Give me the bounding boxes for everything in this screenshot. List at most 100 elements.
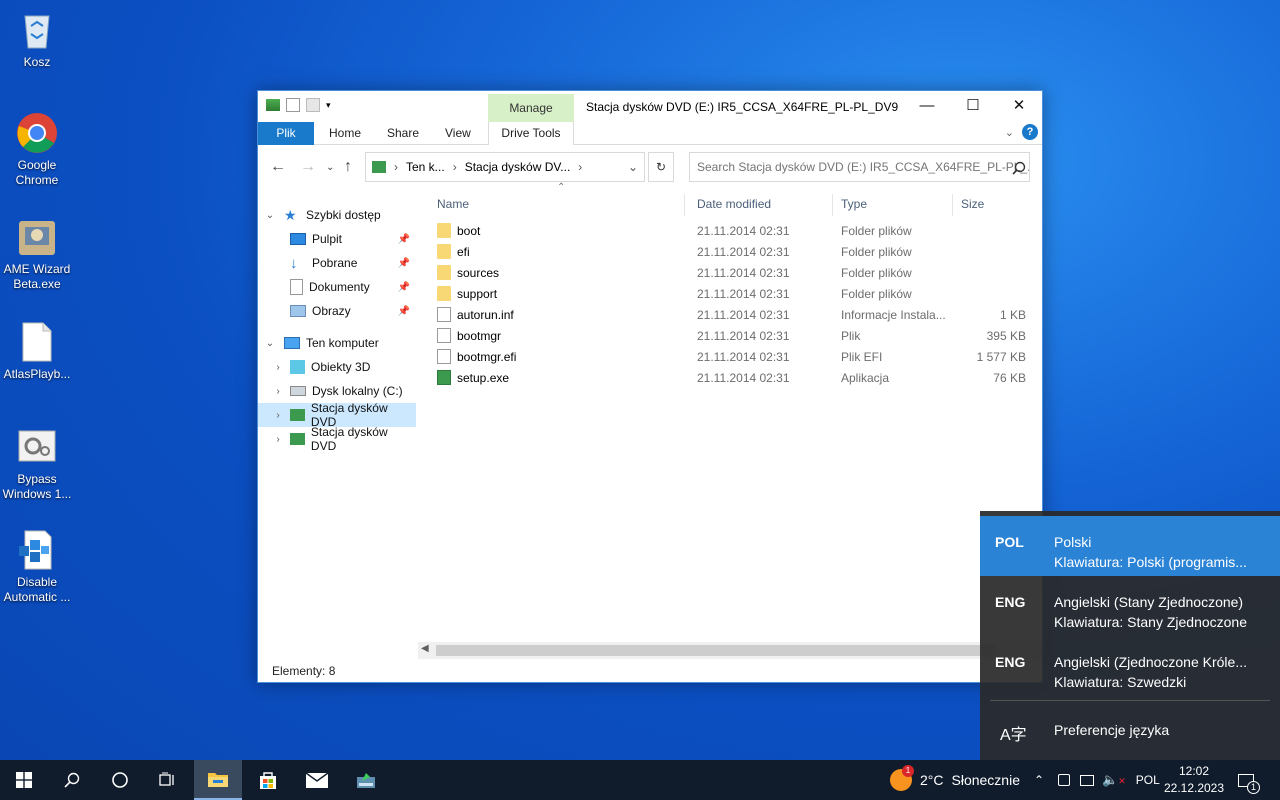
table-row[interactable]: boot 21.11.2014 02:31 Folder plików xyxy=(433,220,1033,241)
desktop-icon-chrome[interactable]: Google Chrome xyxy=(0,111,74,188)
file-date: 21.11.2014 02:31 xyxy=(697,287,790,301)
pin-icon[interactable]: 📌 xyxy=(398,258,410,269)
column-size[interactable]: Size xyxy=(953,194,1033,216)
pin-icon[interactable]: 📌 xyxy=(398,234,410,245)
network-icon[interactable] xyxy=(1080,774,1095,786)
maximize-button[interactable]: ☐ xyxy=(950,91,996,121)
address-bar[interactable]: › Ten k... › Stacja dysków DV... › ⌄ xyxy=(365,152,645,182)
clock-time: 12:02 xyxy=(1178,764,1210,778)
input-language-indicator[interactable]: POL xyxy=(1136,773,1160,787)
language-option-polish[interactable]: POL Polski Klawiatura: Polski (programis… xyxy=(980,516,1280,576)
tab-drive-tools[interactable]: Drive Tools xyxy=(488,122,574,145)
tab-home[interactable]: Home xyxy=(316,122,374,145)
table-row[interactable]: autorun.inf 21.11.2014 02:31 Informacje In… xyxy=(433,304,1033,325)
search-icon[interactable] xyxy=(1012,161,1026,175)
nav-dvd-drive[interactable]: › Stacja dysków DVD xyxy=(258,425,416,453)
refresh-button[interactable]: ↻ xyxy=(648,152,674,182)
pin-icon[interactable]: 📌 xyxy=(398,306,410,317)
desktop-icon-ame-wizard[interactable]: AME Wizard Beta.exe xyxy=(0,215,74,292)
help-button[interactable]: ? xyxy=(1022,124,1038,140)
language-option-english-uk[interactable]: ENG Angielski (Zjednoczone Króle... Klaw… xyxy=(980,636,1280,696)
language-option-english-us[interactable]: ENG Angielski (Stany Zjednoczone) Klawia… xyxy=(980,576,1280,636)
address-dropdown-icon[interactable]: ⌄ xyxy=(628,160,638,174)
file-icon xyxy=(437,349,451,364)
sort-arrow-icon: ⌃ xyxy=(557,182,566,193)
start-button[interactable] xyxy=(0,760,48,800)
desktop-icon-atlas-playbook[interactable]: AtlasPlayb... xyxy=(0,320,74,382)
nav-desktop[interactable]: Pulpit 📌 xyxy=(258,227,416,251)
volume-muted-icon[interactable]: 🔈✕ xyxy=(1102,772,1126,788)
desktop-icon-bypass[interactable]: Bypass Windows 1... xyxy=(0,425,74,502)
recent-locations-icon[interactable]: ⌄ xyxy=(326,162,334,173)
file-type: Plik xyxy=(841,329,861,343)
breadcrumb-this-pc[interactable]: Ten k... xyxy=(406,160,445,174)
column-type[interactable]: Type xyxy=(833,194,953,216)
action-center-button[interactable]: 1 xyxy=(1238,760,1260,800)
taskbar-mail[interactable] xyxy=(293,760,341,800)
nav-pictures[interactable]: Obrazy 📌 xyxy=(258,299,416,323)
table-row[interactable]: support 21.11.2014 02:31 Folder plików xyxy=(433,283,1033,304)
nav-label: Obiekty 3D xyxy=(311,360,371,374)
chevron-down-icon[interactable]: ⌄ xyxy=(264,338,276,349)
clock[interactable]: 12:02 22.12.2023 xyxy=(1160,763,1228,797)
show-hidden-icons-chevron-icon[interactable]: ⌃ xyxy=(1034,773,1044,787)
nav-this-pc[interactable]: ⌄ Ten komputer xyxy=(258,331,416,355)
minimize-button[interactable]: — xyxy=(904,91,950,121)
column-name[interactable]: Name xyxy=(429,194,685,216)
usb-device-icon[interactable] xyxy=(1058,774,1071,786)
nav-quick-access[interactable]: ⌄ ★ Szybki dostęp xyxy=(258,203,416,227)
nav-3d-objects[interactable]: › Obiekty 3D xyxy=(258,355,416,379)
tab-file[interactable]: Plik xyxy=(258,122,314,145)
customize-qat-icon[interactable]: ▾ xyxy=(326,98,336,112)
taskbar-setup[interactable] xyxy=(342,760,390,800)
weather-widget[interactable]: 1 2°C Słonecznie xyxy=(890,760,1020,800)
taskbar-file-explorer[interactable] xyxy=(194,760,242,800)
up-arrow-icon[interactable]: ↑ xyxy=(344,158,352,176)
desktop-icon-recycle-bin[interactable]: Kosz xyxy=(0,8,74,70)
task-view-button[interactable] xyxy=(144,760,192,800)
star-icon: ★ xyxy=(284,207,297,223)
close-button[interactable]: ✕ xyxy=(996,91,1042,121)
new-folder-icon[interactable] xyxy=(306,98,320,112)
scroll-left-icon[interactable]: ◀ xyxy=(421,643,429,654)
breadcrumb-dvd-drive[interactable]: Stacja dysków DV... xyxy=(465,160,571,174)
table-row[interactable]: bootmgr.efi 21.11.2014 02:31 Plik EFI 1 577… xyxy=(433,346,1033,367)
search-button[interactable] xyxy=(48,760,96,800)
nav-downloads[interactable]: ↓ Pobrane 📌 xyxy=(258,251,416,275)
file-date: 21.11.2014 02:31 xyxy=(697,350,790,364)
folder-icon xyxy=(208,773,228,787)
file-icon xyxy=(437,328,451,343)
expand-ribbon-icon[interactable]: ⌄ xyxy=(1005,126,1014,139)
file-type: Informacje Instala... xyxy=(841,308,946,322)
horizontal-scrollbar[interactable]: ◀ xyxy=(418,642,1042,659)
nav-local-disk[interactable]: › Dysk lokalny (C:) xyxy=(258,379,416,403)
taskbar-store[interactable] xyxy=(244,760,292,800)
search-input[interactable] xyxy=(689,152,1030,182)
chevron-right-icon[interactable]: › xyxy=(272,410,284,421)
cortana-button[interactable] xyxy=(96,760,144,800)
scrollbar-thumb[interactable] xyxy=(436,645,996,656)
file-type: Folder plików xyxy=(841,287,912,301)
table-row[interactable]: sources 21.11.2014 02:31 Folder plików xyxy=(433,262,1033,283)
search-icon xyxy=(64,772,80,788)
forward-arrow-icon[interactable]: → xyxy=(300,158,316,176)
manage-tab[interactable]: Manage xyxy=(488,94,574,122)
nav-dvd-drive-selected[interactable]: › Stacja dysków DVD xyxy=(258,401,416,429)
nav-documents[interactable]: Dokumenty 📌 xyxy=(258,275,416,299)
table-row[interactable]: efi 21.11.2014 02:31 Folder plików xyxy=(433,241,1033,262)
chevron-right-icon[interactable]: › xyxy=(272,434,284,445)
properties-icon[interactable] xyxy=(286,98,300,112)
chevron-right-icon[interactable]: › xyxy=(272,386,284,397)
chevron-right-icon[interactable]: › xyxy=(272,362,284,373)
language-preferences-link[interactable]: Preferencje języka xyxy=(1054,722,1169,738)
table-row[interactable]: bootmgr 21.11.2014 02:31 Plik 395 KB xyxy=(433,325,1033,346)
pin-icon[interactable]: 📌 xyxy=(398,282,410,293)
tab-view[interactable]: View xyxy=(432,122,484,145)
back-arrow-icon[interactable]: ← xyxy=(270,158,286,176)
desktop-icon-disable-automatic[interactable]: Disable Automatic ... xyxy=(0,528,74,605)
chevron-down-icon[interactable]: ⌄ xyxy=(264,210,276,221)
table-row[interactable]: setup.exe 21.11.2014 02:31 Aplikacja 76 KB xyxy=(433,367,1033,388)
nav-label: Szybki dostęp xyxy=(306,208,381,222)
tab-share[interactable]: Share xyxy=(374,122,432,145)
column-date-modified[interactable]: Date modified xyxy=(689,194,833,216)
